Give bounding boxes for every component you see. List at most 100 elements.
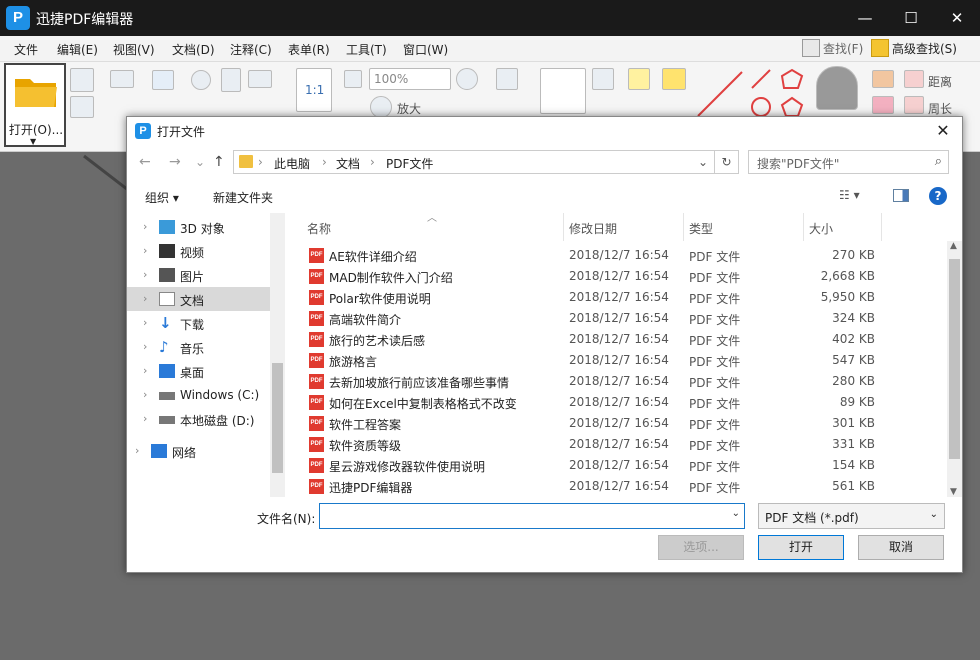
expand-icon[interactable]: › bbox=[143, 268, 147, 281]
back-button[interactable]: ← bbox=[139, 154, 151, 170]
file-type: PDF 文件 bbox=[689, 376, 741, 390]
tree-scrollbar[interactable] bbox=[270, 213, 285, 497]
cancel-button[interactable]: 取消 bbox=[858, 535, 944, 560]
pdf-file-icon: PDF bbox=[309, 458, 324, 473]
address-bar[interactable]: › 此电脑 › 文档 › PDF文件 ⌄ bbox=[233, 150, 715, 174]
file-row[interactable]: PDF 迅捷PDF编辑器 2018/12/7 16:54 PDF 文件 561 KB bbox=[285, 476, 945, 497]
pdf-file-icon: PDF bbox=[309, 437, 324, 452]
tree-item-3d-objects[interactable]: › 3D 对象 bbox=[127, 215, 270, 239]
file-row[interactable]: PDF 软件工程答案 2018/12/7 16:54 PDF 文件 301 KB bbox=[285, 413, 945, 434]
organize-button[interactable]: 组织 ▾ bbox=[145, 189, 179, 206]
file-row[interactable]: PDF MAD制作软件入门介绍 2018/12/7 16:54 PDF 文件 2,668… bbox=[285, 266, 945, 287]
file-date: 2018/12/7 16:54 bbox=[569, 269, 669, 283]
file-list-scrollbar[interactable]: ▲ ▼ bbox=[947, 241, 962, 497]
file-name: 高端软件简介 bbox=[329, 313, 402, 327]
refresh-button[interactable]: ↻ bbox=[715, 150, 739, 174]
breadcrumb-documents[interactable]: 文档 bbox=[336, 155, 360, 172]
address-dropdown-icon[interactable]: ⌄ bbox=[698, 155, 708, 169]
expand-icon[interactable]: › bbox=[135, 444, 139, 457]
expand-icon[interactable]: › bbox=[143, 244, 147, 257]
file-list-scrollbar-thumb[interactable] bbox=[949, 259, 960, 459]
file-date: 2018/12/7 16:54 bbox=[569, 311, 669, 325]
file-date: 2018/12/7 16:54 bbox=[569, 332, 669, 346]
column-divider[interactable] bbox=[803, 213, 804, 241]
forward-button[interactable]: → bbox=[169, 154, 181, 170]
tree-scrollbar-thumb[interactable] bbox=[272, 363, 283, 473]
new-folder-button[interactable]: 新建文件夹 bbox=[213, 189, 273, 206]
file-row[interactable]: PDF 旅游格言 2018/12/7 16:54 PDF 文件 547 KB bbox=[285, 350, 945, 371]
tree-item-network[interactable]: › 网络 bbox=[127, 439, 270, 463]
expand-icon[interactable]: › bbox=[143, 412, 147, 425]
file-row[interactable]: PDF 旅行的艺术读后感 2018/12/7 16:54 PDF 文件 402 KB bbox=[285, 329, 945, 350]
tree-item-music[interactable]: › ♪ 音乐 bbox=[127, 335, 270, 359]
tree-item-pictures[interactable]: › 图片 bbox=[127, 263, 270, 287]
expand-icon[interactable]: › bbox=[143, 388, 147, 401]
expand-icon[interactable]: › bbox=[143, 220, 147, 233]
expand-icon[interactable]: › bbox=[143, 292, 147, 305]
column-type[interactable]: 类型 bbox=[689, 220, 713, 237]
breadcrumb-pdf-folder[interactable]: PDF文件 bbox=[386, 155, 433, 172]
scroll-up-icon[interactable]: ▲ bbox=[950, 241, 957, 251]
column-date[interactable]: 修改日期 bbox=[569, 220, 617, 237]
file-row[interactable]: PDF 高端软件简介 2018/12/7 16:54 PDF 文件 324 KB bbox=[285, 308, 945, 329]
tree-item-label: 文档 bbox=[180, 294, 205, 308]
options-button[interactable]: 选项... bbox=[658, 535, 744, 560]
sort-ascending-icon: ︿ bbox=[427, 213, 437, 224]
tree-item-documents[interactable]: › 文档 bbox=[127, 287, 270, 311]
file-type: PDF 文件 bbox=[689, 418, 741, 432]
pdf-file-icon: PDF bbox=[309, 374, 324, 389]
file-row[interactable]: PDF 去新加坡旅行前应该准备哪些事情 2018/12/7 16:54 PDF 文件 2… bbox=[285, 371, 945, 392]
file-size: 154 KB bbox=[832, 458, 875, 472]
file-name: 旅行的艺术读后感 bbox=[329, 334, 426, 348]
file-name: 如何在Excel中复制表格格式不改变 bbox=[329, 397, 517, 411]
column-size[interactable]: 大小 bbox=[809, 220, 833, 237]
file-row[interactable]: PDF 星云游戏修改器软件使用说明 2018/12/7 16:54 PDF 文件 154… bbox=[285, 455, 945, 476]
search-placeholder: 搜索"PDF文件" bbox=[757, 157, 840, 171]
filetype-value: PDF 文档 (*.pdf) bbox=[765, 511, 859, 525]
column-divider[interactable] bbox=[563, 213, 564, 241]
file-row[interactable]: PDF AE软件详细介绍 2018/12/7 16:54 PDF 文件 270 KB bbox=[285, 245, 945, 266]
filename-input[interactable]: ⌄ bbox=[319, 503, 745, 529]
up-button[interactable]: ↑ bbox=[213, 154, 225, 170]
pdf-file-icon: PDF bbox=[309, 332, 324, 347]
file-name: 软件工程答案 bbox=[329, 418, 402, 432]
file-size: 547 KB bbox=[832, 353, 875, 367]
tree-item-downloads[interactable]: › ↓ 下载 bbox=[127, 311, 270, 335]
file-type: PDF 文件 bbox=[689, 460, 741, 474]
file-row[interactable]: PDF 如何在Excel中复制表格格式不改变 2018/12/7 16:54 PDF … bbox=[285, 392, 945, 413]
pdf-file-icon: PDF bbox=[309, 311, 324, 326]
expand-icon[interactable]: › bbox=[143, 316, 147, 329]
search-input[interactable]: 搜索"PDF文件" ⌕ bbox=[748, 150, 949, 174]
file-row[interactable]: PDF 软件资质等级 2018/12/7 16:54 PDF 文件 331 KB bbox=[285, 434, 945, 455]
preview-pane-icon[interactable] bbox=[893, 189, 909, 202]
dialog-close-button[interactable]: ✕ bbox=[928, 117, 958, 145]
tree-item-video[interactable]: › 视频 bbox=[127, 239, 270, 263]
file-type: PDF 文件 bbox=[689, 481, 741, 495]
filetype-select[interactable]: PDF 文档 (*.pdf) ⌄ bbox=[758, 503, 945, 529]
expand-icon[interactable]: › bbox=[143, 364, 147, 377]
tree-item-drive-d[interactable]: › 本地磁盘 (D:) bbox=[127, 407, 270, 431]
file-date: 2018/12/7 16:54 bbox=[569, 437, 669, 451]
file-row[interactable]: PDF Polar软件使用说明 2018/12/7 16:54 PDF 文件 5,950… bbox=[285, 287, 945, 308]
open-button[interactable]: 打开 bbox=[758, 535, 844, 560]
filename-dropdown-icon[interactable]: ⌄ bbox=[732, 508, 740, 519]
tree-item-label: 网络 bbox=[172, 446, 197, 460]
column-divider[interactable] bbox=[881, 213, 882, 241]
file-type: PDF 文件 bbox=[689, 313, 741, 327]
recent-locations-button[interactable]: ⌄ bbox=[195, 155, 205, 169]
tree-item-label: 图片 bbox=[180, 270, 205, 284]
column-divider[interactable] bbox=[683, 213, 684, 241]
scroll-down-icon[interactable]: ▼ bbox=[950, 487, 957, 497]
view-options-icon[interactable]: ☷ ▾ bbox=[839, 188, 860, 202]
expand-icon[interactable]: › bbox=[143, 340, 147, 353]
breadcrumb-this-pc[interactable]: 此电脑 bbox=[274, 155, 310, 172]
tree-item-drive-c[interactable]: › Windows (C:) bbox=[127, 383, 270, 407]
music-icon: ♪ bbox=[159, 338, 169, 356]
column-name[interactable]: 名称 bbox=[307, 220, 331, 237]
file-type: PDF 文件 bbox=[689, 334, 741, 348]
help-icon[interactable]: ? bbox=[929, 187, 947, 205]
tree-item-desktop[interactable]: › 桌面 bbox=[127, 359, 270, 383]
tree-item-label: 3D 对象 bbox=[180, 222, 225, 236]
file-size: 301 KB bbox=[832, 416, 875, 430]
pdf-file-icon: PDF bbox=[309, 269, 324, 284]
